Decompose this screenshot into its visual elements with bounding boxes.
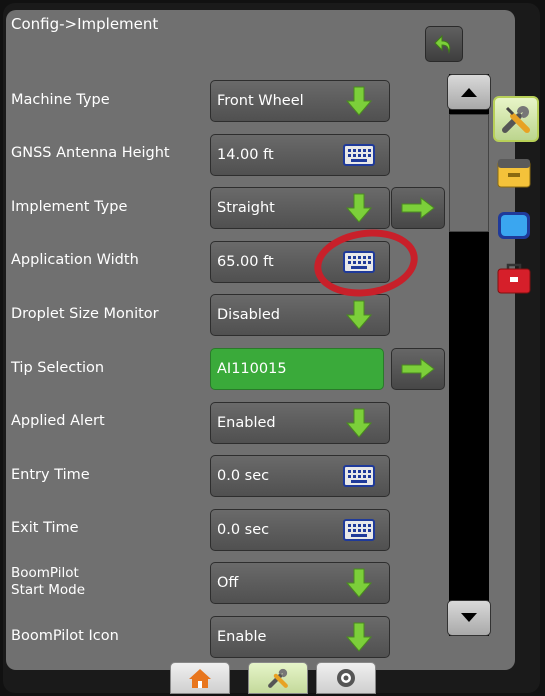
- dropdown-button[interactable]: [339, 406, 379, 440]
- dropdown-button[interactable]: [339, 298, 379, 332]
- home-icon: [189, 669, 211, 688]
- dropdown-button[interactable]: [339, 191, 379, 225]
- bottom-tab-home[interactable]: [170, 662, 230, 694]
- next-button[interactable]: [391, 187, 445, 230]
- setting-label: Machine Type: [11, 91, 110, 108]
- down-arrow-icon: [346, 568, 372, 599]
- setting-value: 14.00 ft: [217, 146, 274, 163]
- dropdown-button[interactable]: [339, 84, 379, 118]
- setting-value: Off: [217, 575, 239, 592]
- keyboard-button[interactable]: [339, 138, 379, 172]
- setting-label: Tip Selection: [11, 359, 105, 376]
- setting-label: Droplet Size Monitor: [11, 305, 159, 322]
- setting-field[interactable]: 0.0 sec: [210, 508, 390, 551]
- side-tab-screen[interactable]: [493, 204, 535, 246]
- setting-value: Enabled: [217, 414, 276, 431]
- keyboard-icon: [343, 250, 375, 273]
- right-arrow-icon: [401, 358, 435, 380]
- setting-field[interactable]: Enable: [210, 616, 390, 658]
- setting-value: 65.00 ft: [217, 253, 274, 270]
- side-tab-toolbox[interactable]: [493, 258, 535, 300]
- scroll-down-icon: [461, 613, 477, 622]
- setting-value: 0.0 sec: [217, 521, 270, 538]
- setting-value: Straight: [217, 200, 275, 217]
- setting-value: AI110015: [217, 361, 287, 377]
- setting-label: Applied Alert: [11, 413, 105, 430]
- setting-field[interactable]: 14.00 ft: [210, 133, 390, 176]
- back-button[interactable]: [425, 26, 463, 62]
- setting-value: Disabled: [217, 307, 280, 324]
- console-icon: [497, 159, 531, 188]
- setting-label: BoomPilot Icon: [11, 627, 119, 644]
- setting-label: Implement Type: [11, 198, 128, 215]
- side-tab-console[interactable]: [493, 152, 535, 194]
- setting-value: Enable: [217, 629, 267, 645]
- setting-row: BoomPilot Start Mode Off: [0, 557, 480, 607]
- bottom-tab-target[interactable]: [316, 662, 376, 694]
- next-button[interactable]: [391, 348, 445, 390]
- keyboard-icon: [343, 465, 375, 488]
- keyboard-button[interactable]: [339, 459, 379, 493]
- setting-field[interactable]: 0.0 sec: [210, 455, 390, 498]
- setting-label: Application Width: [11, 252, 139, 269]
- setting-field[interactable]: 65.00 ft: [210, 240, 390, 283]
- down-arrow-icon: [346, 193, 372, 223]
- screen-icon: [498, 212, 530, 239]
- keyboard-button[interactable]: [339, 245, 379, 279]
- setting-row: Applied Alert Enabled: [0, 397, 480, 447]
- setting-label: BoomPilot Start Mode: [11, 565, 86, 599]
- dropdown-button[interactable]: [339, 620, 379, 654]
- setting-label: GNSS Antenna Height: [11, 145, 170, 162]
- target-icon: [337, 669, 355, 687]
- dropdown-button[interactable]: [339, 566, 379, 600]
- setting-field[interactable]: Enabled: [210, 401, 390, 444]
- setting-field[interactable]: Off: [210, 562, 390, 605]
- setting-row: Implement Type Straight: [0, 182, 480, 232]
- setting-row: Droplet Size Monitor Disabled: [0, 289, 480, 339]
- keyboard-button[interactable]: [339, 513, 379, 547]
- scroll-down-button[interactable]: [447, 600, 491, 636]
- scroll-up-button[interactable]: [447, 74, 491, 110]
- down-arrow-icon: [346, 622, 372, 652]
- setting-field[interactable]: Straight: [210, 187, 390, 230]
- setting-row: BoomPilot Icon Enable: [0, 611, 480, 661]
- scrollbar-thumb[interactable]: [449, 114, 489, 232]
- scroll-up-icon: [461, 88, 477, 97]
- setting-field[interactable]: Front Wheel: [210, 80, 390, 122]
- down-arrow-icon: [346, 86, 372, 116]
- page-title: Config->Implement: [11, 15, 159, 33]
- setting-field[interactable]: Disabled: [210, 294, 390, 337]
- tools-icon: [502, 106, 530, 133]
- setting-field[interactable]: AI110015: [210, 348, 384, 390]
- setting-value: Front Wheel: [217, 93, 304, 109]
- setting-row: GNSS Antenna Height 14.00 ft: [0, 129, 480, 179]
- down-arrow-icon: [346, 300, 372, 331]
- setting-label: Exit Time: [11, 520, 79, 537]
- side-tab-tools[interactable]: [493, 96, 539, 142]
- setting-row: Application Width 65.00 ft: [0, 236, 480, 286]
- toolbox-icon: [497, 263, 531, 294]
- down-arrow-icon: [346, 408, 372, 438]
- keyboard-icon: [343, 518, 375, 541]
- back-arrow-icon: [434, 34, 451, 54]
- setting-row: Tip Selection AI110015: [0, 343, 480, 393]
- setting-row: Exit Time 0.0 sec: [0, 504, 480, 554]
- setting-value: 0.0 sec: [217, 468, 270, 485]
- bottom-nav: [170, 662, 380, 694]
- bottom-tab-tools[interactable]: [248, 662, 308, 694]
- keyboard-icon: [343, 143, 375, 166]
- right-arrow-icon: [401, 197, 435, 220]
- setting-row: Machine Type Front Wheel: [0, 75, 480, 125]
- setting-label: Entry Time: [11, 466, 90, 483]
- tools-icon: [268, 668, 288, 688]
- setting-row: Entry Time 0.0 sec: [0, 450, 480, 500]
